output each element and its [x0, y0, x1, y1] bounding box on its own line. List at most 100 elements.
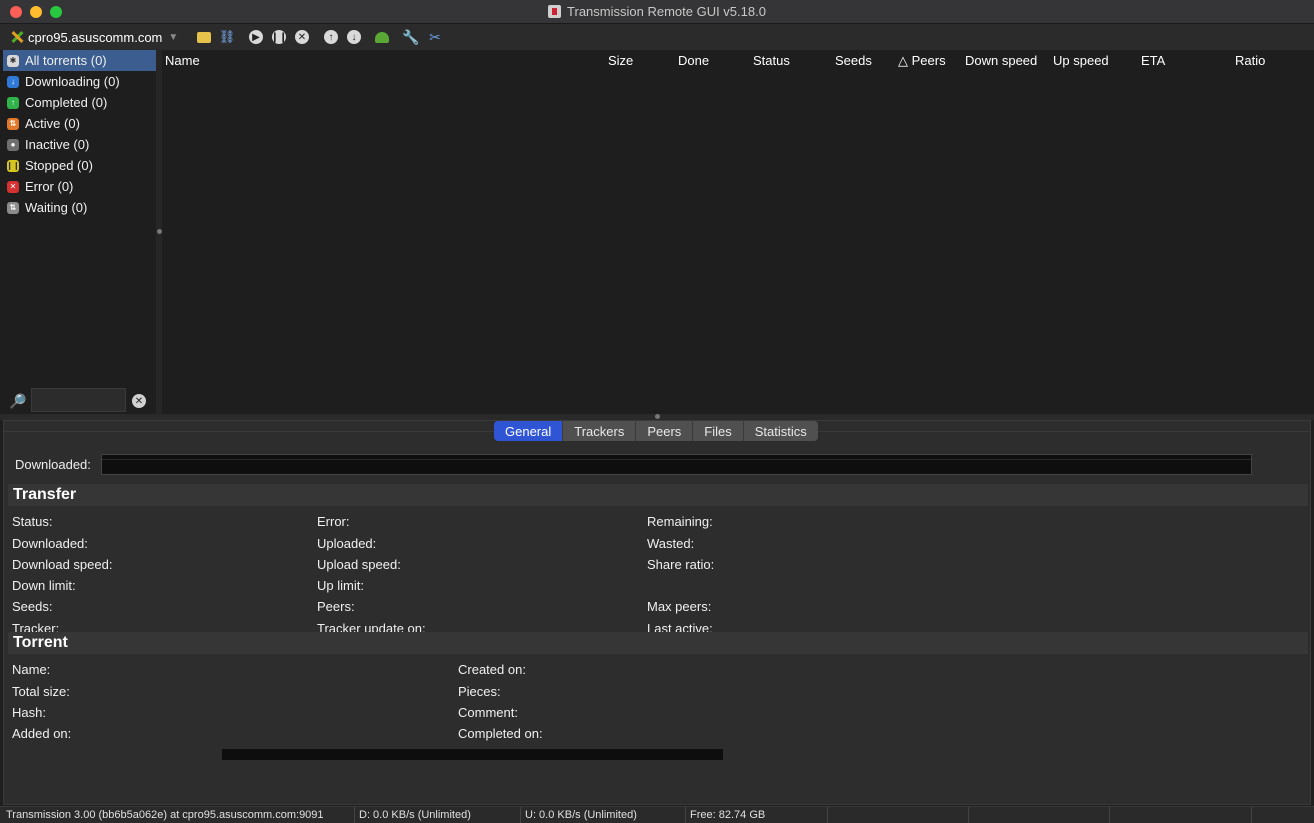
app-icon — [548, 5, 562, 18]
start-icon[interactable]: ▶ — [249, 30, 263, 44]
download-speed-label: Download speed: — [12, 557, 113, 572]
sidebar-item-label: Downloading (0) — [25, 74, 120, 89]
title-bar: Transmission Remote GUI v5.18.0 — [0, 0, 1314, 24]
peers-label: Peers: — [317, 599, 355, 614]
move-up-icon[interactable]: ↑ — [324, 30, 338, 44]
uploaded-label: Uploaded: — [317, 536, 377, 551]
status-divider — [685, 807, 686, 823]
max-peers-label: Max peers: — [647, 599, 712, 614]
sidebar-item-label: Completed (0) — [25, 95, 108, 110]
search-input[interactable] — [31, 388, 126, 412]
status-divider — [968, 807, 969, 823]
sidebar-item-waiting[interactable]: ⇅ Waiting (0) — [3, 197, 156, 218]
tab-general[interactable]: General — [494, 421, 564, 441]
filter-search-row: 🔎 ✕ — [3, 388, 156, 414]
column-header-peers[interactable]: △ Peers — [898, 53, 946, 69]
downloaded-bar-label: Downloaded: — [15, 457, 91, 472]
name-label: Name: — [12, 662, 51, 677]
status-bar: Transmission 3.00 (bb6b5a062e) at cpro95… — [0, 806, 1314, 823]
wrench-icon[interactable]: 🔧 — [402, 29, 419, 45]
share-ratio-label: Share ratio: — [647, 557, 715, 572]
column-header-size[interactable]: Size — [608, 53, 633, 68]
add-link-icon[interactable]: ⛓ — [219, 29, 236, 45]
connection-icon — [10, 30, 24, 44]
status-divider — [354, 807, 355, 823]
status-divider — [520, 807, 521, 823]
status-up-speed: U: 0.0 KB/s (Unlimited) — [525, 809, 637, 821]
torrent-list[interactable]: Name Size Done Status Seeds △ Peers Down… — [162, 50, 1314, 414]
tab-files[interactable]: Files — [693, 421, 744, 441]
window-title: Transmission Remote GUI v5.18.0 — [0, 4, 1314, 19]
column-header-down-speed[interactable]: Down speed — [965, 53, 1037, 68]
comment-label: Comment: — [458, 705, 518, 720]
splitter-handle[interactable] — [655, 414, 660, 419]
general-info-panel[interactable]: Transfer Status: Downloaded: Download sp… — [8, 484, 1308, 794]
details-panel: General Trackers Peers Files Statistics … — [3, 420, 1311, 805]
search-icon: 🔎 — [9, 393, 27, 409]
status-down-speed: D: 0.0 KB/s (Unlimited) — [359, 809, 471, 821]
stopped-icon: ❙❙ — [6, 159, 20, 172]
pieces-label: Pieces: — [458, 684, 501, 699]
column-header-up-speed[interactable]: Up speed — [1053, 53, 1109, 68]
inactive-icon: ● — [7, 138, 19, 151]
downloaded-pieces-bar — [101, 454, 1252, 475]
column-header-eta[interactable]: ETA — [1141, 53, 1165, 68]
column-header-status[interactable]: Status — [753, 53, 790, 68]
sidebar-item-label: Stopped (0) — [25, 158, 93, 173]
active-icon: ⇅ — [7, 117, 19, 130]
sidebar-item-active[interactable]: ⇅ Active (0) — [3, 113, 156, 134]
sidebar-item-completed[interactable]: ↑ Completed (0) — [3, 92, 156, 113]
downloaded-label: Downloaded: — [12, 536, 88, 551]
column-header-done[interactable]: Done — [678, 53, 709, 68]
seeds-label: Seeds: — [12, 599, 53, 614]
sidebar-item-label: Error (0) — [25, 179, 74, 194]
toolbar: cpro95.asuscomm.com ▼ ⛓ ▶ ❙❙ ✕ ↑ ↓ 🔧 ✂ — [0, 24, 1314, 50]
clear-search-icon[interactable]: ✕ — [132, 394, 146, 408]
status-version: Transmission 3.00 (bb6b5a062e) at cpro95… — [6, 809, 324, 821]
sidebar-item-inactive[interactable]: ● Inactive (0) — [3, 134, 156, 155]
column-header-ratio[interactable]: Ratio — [1235, 53, 1265, 68]
status-divider — [1109, 807, 1110, 823]
status-divider — [1251, 807, 1252, 823]
waiting-icon: ⇅ — [7, 201, 19, 214]
torrent-section-title: Torrent — [8, 632, 1308, 654]
tab-peers[interactable]: Peers — [636, 421, 694, 441]
sidebar-item-error[interactable]: ✕ Error (0) — [3, 176, 156, 197]
remaining-label: Remaining: — [647, 514, 713, 529]
error-icon: ✕ — [7, 180, 19, 193]
status-divider — [827, 807, 828, 823]
tab-trackers[interactable]: Trackers — [563, 421, 637, 441]
completed-icon: ↑ — [7, 96, 19, 109]
up-limit-label: Up limit: — [317, 578, 364, 593]
tab-statistics[interactable]: Statistics — [743, 421, 818, 441]
open-folder-icon[interactable] — [197, 32, 211, 43]
sidebar-item-stopped[interactable]: ❙❙ Stopped (0) — [3, 155, 156, 176]
down-limit-label: Down limit: — [12, 578, 76, 593]
upload-speed-label: Upload speed: — [317, 557, 401, 572]
status-label: Status: — [12, 514, 53, 529]
chevron-down-icon[interactable]: ▼ — [168, 32, 178, 43]
column-header-name[interactable]: Name — [165, 53, 200, 68]
created-on-label: Created on: — [458, 662, 526, 677]
total-size-label: Total size: — [12, 684, 70, 699]
sidebar-item-label: Active (0) — [25, 116, 80, 131]
move-down-icon[interactable]: ↓ — [347, 30, 361, 44]
download-icon: ↓ — [7, 75, 19, 88]
sidebar-item-downloading[interactable]: ↓ Downloading (0) — [3, 71, 156, 92]
partial-progress-bar — [222, 749, 723, 760]
tools-icon[interactable]: ✂ — [427, 29, 443, 45]
connection-label: cpro95.asuscomm.com — [28, 29, 163, 45]
status-free-space: Free: 82.74 GB — [690, 809, 766, 821]
error-label: Error: — [317, 514, 350, 529]
hash-label: Hash: — [12, 705, 46, 720]
sidebar-item-all-torrents[interactable]: ✱ All torrents (0) — [3, 50, 156, 71]
sidebar-item-label: All torrents (0) — [25, 53, 107, 68]
remove-icon[interactable]: ✕ — [295, 30, 309, 44]
torrent-list-header: Name Size Done Status Seeds △ Peers Down… — [162, 50, 1314, 71]
pause-icon[interactable]: ❙❙ — [271, 30, 287, 44]
column-header-seeds[interactable]: Seeds — [835, 53, 872, 68]
connection-selector[interactable]: cpro95.asuscomm.com ▼ — [10, 28, 178, 46]
transfer-section-title: Transfer — [8, 484, 1308, 506]
snail-icon[interactable] — [375, 32, 389, 43]
sidebar-item-label: Waiting (0) — [25, 200, 88, 215]
